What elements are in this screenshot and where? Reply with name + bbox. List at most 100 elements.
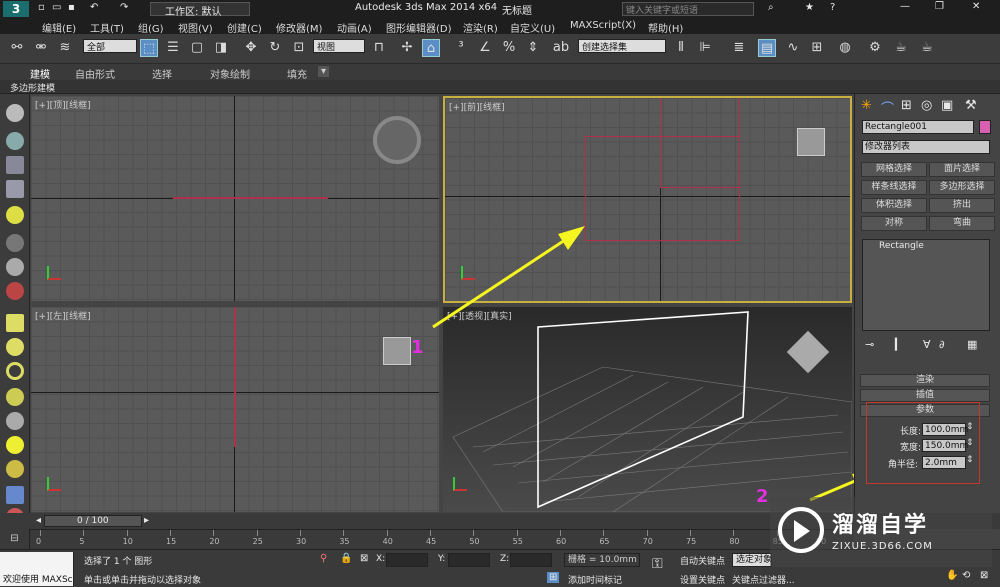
menu-create[interactable]: 创建(C) — [227, 20, 262, 35]
remove-modifier-icon[interactable]: ∂ — [939, 338, 945, 351]
menu-customize[interactable]: 自定义(U) — [510, 20, 555, 35]
search-box[interactable]: 键入关键字或短语 — [622, 2, 754, 16]
viewport-front-label[interactable]: [+][前][线框] — [449, 100, 505, 113]
zoom-icon[interactable]: ✋ — [946, 570, 958, 581]
width-spinner-icon[interactable]: ⇕ — [966, 438, 974, 448]
viewport-left[interactable]: [+][左][线框] 1 — [31, 307, 439, 512]
layer-manager-icon[interactable]: ≣ — [730, 39, 748, 57]
menu-view[interactable]: 视图(V) — [178, 20, 213, 35]
display-tab-icon[interactable]: ▣ — [941, 98, 953, 113]
search-icon[interactable]: ⌕ — [768, 2, 774, 13]
ribbon-options-icon[interactable]: ▾ — [318, 66, 330, 77]
sun-icon[interactable] — [6, 436, 24, 454]
quick-access-save-icon[interactable]: ▪ — [68, 2, 75, 13]
pivot-center-icon[interactable]: ⊓ — [370, 39, 388, 57]
viewport-front[interactable]: [+][前][线框] — [443, 96, 852, 303]
time-slider-next-icon[interactable]: ▸ — [144, 515, 149, 526]
graphite-toggle-icon[interactable]: ▤ — [758, 39, 776, 57]
bend-button[interactable]: 弯曲 — [929, 216, 995, 231]
menu-group[interactable]: 组(G) — [138, 20, 164, 35]
show-end-result-icon[interactable]: ▎ — [895, 338, 903, 351]
width-field[interactable]: 150.0mm — [922, 439, 968, 452]
bind-space-warp-icon[interactable]: ≋ — [56, 39, 74, 57]
wheel-icon[interactable] — [6, 258, 24, 276]
extrude-button[interactable]: 挤出 — [929, 198, 995, 213]
menu-rendering[interactable]: 渲染(R) — [463, 20, 498, 35]
add-time-tag[interactable]: 添加时间标记 — [568, 573, 622, 586]
tab-modeling[interactable]: 建模 — [30, 66, 50, 81]
spinner-snap-icon[interactable]: ⇕ — [524, 39, 542, 57]
selection-lock-icon[interactable]: 🔒 — [340, 553, 352, 564]
symmetry-button[interactable]: 对称 — [861, 216, 927, 231]
curve-editor-icon[interactable]: ∿ — [784, 39, 802, 57]
sphere-gold-icon[interactable] — [6, 460, 24, 478]
viewcube-front[interactable] — [797, 128, 825, 156]
key-filters-button[interactable]: 关键点过滤器... — [732, 573, 795, 586]
set-key-button[interactable]: 设置关键点 — [680, 573, 725, 586]
menu-help[interactable]: 帮助(H) — [648, 20, 683, 35]
create-tab-icon[interactable]: ✳ — [861, 98, 872, 113]
orbit-icon[interactable]: ⟲ — [962, 570, 970, 581]
rotate-icon[interactable]: ↻ — [266, 39, 284, 57]
viewport-top[interactable]: [+][顶][线框] — [31, 96, 439, 301]
viewcube-top[interactable] — [373, 116, 421, 164]
motion-tab-icon[interactable]: ◎ — [921, 98, 932, 113]
angle-snap-icon[interactable]: ∠ — [476, 39, 494, 57]
move-icon[interactable]: ✥ — [242, 39, 260, 57]
maxscript-listener[interactable]: 欢迎使用 MAXSc — [0, 552, 74, 586]
rectangular-selection-icon[interactable]: ▢ — [188, 39, 206, 57]
reference-coordinate-dropdown[interactable]: 视图 — [313, 39, 365, 53]
menu-modifiers[interactable]: 修改器(M) — [276, 20, 322, 35]
minimize-icon[interactable]: — — [900, 1, 910, 12]
time-slider-thumb[interactable]: 0 / 100 — [44, 515, 142, 527]
menu-tools[interactable]: 工具(T) — [90, 20, 124, 35]
z-coordinate-field[interactable] — [510, 553, 552, 567]
named-selection-set-dropdown[interactable]: 创建选择集 — [578, 39, 666, 53]
teapot-icon[interactable] — [6, 104, 24, 122]
tab-selection[interactable]: 选择 — [152, 66, 172, 81]
link-icon[interactable]: ⚯ — [8, 39, 26, 57]
track-bar[interactable]: 051015202530354045505560657075808590 — [30, 529, 854, 549]
hemisphere-icon[interactable] — [6, 338, 24, 356]
quick-access-open-icon[interactable]: ▭ — [52, 2, 61, 13]
vol-select-button[interactable]: 体积选择 — [861, 198, 927, 213]
schematic-view-icon[interactable]: ⊞ — [808, 39, 826, 57]
tab-populate[interactable]: 填充 — [287, 66, 307, 81]
snaps-toggle-icon[interactable]: ³ — [452, 39, 470, 57]
isolate-selection-icon[interactable]: ⚲ — [320, 553, 327, 564]
utilities-tab-icon[interactable]: ⚒ — [965, 98, 977, 113]
workspace-dropdown[interactable]: 工作区: 默认 — [150, 2, 250, 18]
length-field[interactable]: 100.0mm — [922, 423, 968, 436]
select-manipulate-icon[interactable]: ✢ — [398, 39, 416, 57]
info-icon[interactable]: ★ — [805, 2, 814, 13]
length-spinner-icon[interactable]: ⇕ — [966, 422, 974, 432]
quick-access-new-icon[interactable]: ▫ — [38, 2, 45, 13]
mini-curve-editor-icon[interactable]: ⊟ — [0, 529, 30, 549]
panel-icon[interactable] — [6, 180, 24, 198]
y-coordinate-field[interactable] — [448, 553, 490, 567]
maximize-icon[interactable]: ❐ — [935, 1, 944, 12]
people-icon[interactable] — [6, 282, 24, 300]
window-crossing-icon[interactable]: ◨ — [212, 39, 230, 57]
select-by-name-icon[interactable]: ☰ — [164, 39, 182, 57]
undo-icon[interactable]: ↶ — [90, 2, 98, 13]
tab-object-paint[interactable]: 对象绘制 — [210, 66, 250, 81]
modifier-stack-item[interactable]: Rectangle — [879, 241, 924, 251]
viewport-perspective[interactable]: [+][透视][真实] — [443, 307, 852, 512]
spline-select-button[interactable]: 样条线选择 — [861, 180, 927, 195]
plane-icon[interactable] — [6, 314, 24, 332]
make-unique-icon[interactable]: ∀ — [923, 338, 931, 351]
pin-stack-icon[interactable]: ⊸ — [865, 338, 874, 351]
menu-edit[interactable]: 编辑(E) — [42, 20, 76, 35]
modify-tab-icon[interactable]: ⌒ — [881, 98, 894, 117]
select-object-icon[interactable]: ⬚ — [140, 39, 158, 57]
keyboard-shortcut-icon[interactable]: ⌂ — [422, 39, 440, 57]
time-tag-icon[interactable]: ⊞ — [547, 572, 560, 583]
rollout-rendering[interactable]: 渲染 — [860, 374, 990, 387]
help-icon[interactable]: ? — [830, 2, 835, 13]
corner-radius-field[interactable]: 2.0mm — [922, 456, 966, 469]
cylinder-icon[interactable] — [6, 388, 24, 406]
corner-radius-spinner-icon[interactable]: ⇕ — [966, 455, 974, 465]
modifier-list-dropdown[interactable]: 修改器列表 — [862, 140, 990, 154]
light-icon[interactable] — [6, 206, 24, 224]
